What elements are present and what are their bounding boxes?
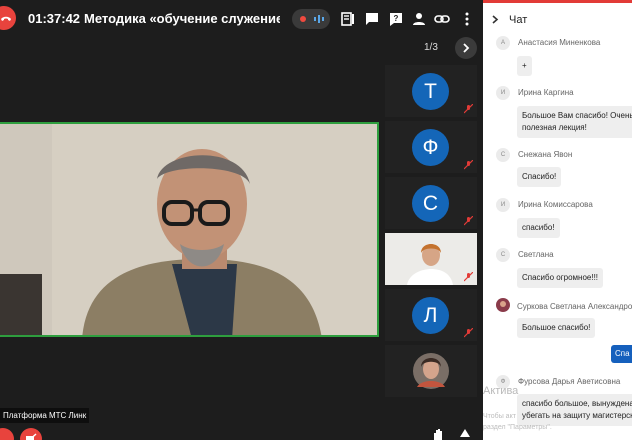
share-up-icon[interactable]: [458, 428, 472, 440]
more-options-icon[interactable]: [459, 11, 475, 27]
message-text: Спасибо!: [522, 172, 557, 181]
message-author: Ирина Каргина: [518, 88, 574, 97]
chat-icon[interactable]: [364, 11, 380, 27]
chat-title: Чат: [509, 14, 528, 26]
message-author: Снежана Явон: [518, 150, 573, 159]
meeting-timer: 01:37:42: [28, 11, 81, 26]
participant-tile[interactable]: [385, 345, 477, 397]
message-text: Большое спасибо!: [522, 323, 591, 332]
chat-header: Чат: [483, 3, 632, 34]
message-author: Суркова Светлана Александровна: [517, 302, 632, 311]
own-message-bubble: Спа: [611, 345, 632, 363]
activation-watermark-text: раздел "Параметры".: [483, 424, 552, 431]
author-avatar: И: [496, 86, 510, 100]
phone-icon: [1, 16, 11, 21]
message-text: спасибо!: [522, 223, 555, 232]
author-avatar: А: [496, 36, 510, 50]
author-avatar: [496, 298, 510, 312]
message-bubble: +: [517, 56, 532, 76]
avatar: [413, 353, 449, 389]
mic-off-icon: [464, 104, 473, 114]
meeting-title: Методика «обучение служением»: пр: [84, 11, 280, 26]
message-text: Большое Вам спасибо! Очень: [522, 111, 632, 120]
message-bubble: Большое Вам спасибо! Очень полезная лекци…: [517, 106, 632, 138]
recording-indicator[interactable]: [292, 9, 330, 29]
message-text: спасибо большое, вынуждена: [522, 399, 632, 408]
mic-off-icon: [464, 328, 473, 338]
message-author: Фурсова Дарья Аветисовна: [518, 377, 621, 386]
message-bubble: Спасибо!: [517, 167, 562, 187]
avatar: Т: [412, 73, 449, 110]
author-avatar: С: [496, 248, 510, 262]
participant-tile[interactable]: С: [385, 177, 477, 229]
camera-toggle-button[interactable]: [20, 428, 42, 440]
participant-tile[interactable]: Т: [385, 65, 477, 117]
collapse-chat-icon[interactable]: [492, 15, 499, 24]
message-bubble: Спасибо огромное!!!: [517, 268, 604, 288]
audio-wave-icon: [314, 15, 324, 23]
leave-call-button[interactable]: [0, 6, 16, 30]
camera-off-icon: [26, 433, 37, 440]
message-text: Спасибо огромное!!!: [522, 273, 599, 282]
avatar: С: [412, 185, 449, 222]
participant-tile-video[interactable]: [385, 233, 477, 285]
message-bubble: спасибо большое, вынуждена убегать на защ…: [517, 394, 632, 426]
mic-off-icon: [464, 216, 473, 226]
activation-watermark-title: Актива: [483, 385, 519, 397]
participant-tile[interactable]: Л: [385, 289, 477, 341]
mic-toggle-button[interactable]: [0, 428, 14, 440]
avatar: Ф: [412, 129, 449, 166]
message-text: +: [522, 61, 527, 70]
message-author: Светлана: [518, 250, 554, 259]
svg-text:?: ?: [394, 14, 399, 23]
message-bubble: Большое спасибо!: [517, 318, 596, 338]
top-bar: 01:37:42 Методика «обучение служением»: …: [0, 0, 483, 38]
message-text: полезная лекция!: [522, 123, 587, 132]
record-dot-icon: [300, 16, 306, 22]
main-speaker-video[interactable]: [0, 122, 379, 337]
mic-off-icon: [464, 272, 473, 282]
next-page-button[interactable]: [455, 37, 477, 59]
brand-label: Платформа МТС Линк: [0, 408, 90, 423]
avatar: Л: [412, 297, 449, 334]
participant-tile[interactable]: Ф: [385, 121, 477, 173]
author-avatar: С: [496, 148, 510, 162]
speaker-video-frame: [0, 124, 377, 335]
message-author: Анастасия Миненкова: [518, 38, 601, 47]
participants-icon[interactable]: [411, 11, 427, 27]
mic-off-icon: [464, 160, 473, 170]
message-text: убегать на защиту магистерских: [522, 411, 632, 420]
activation-watermark-text: Чтобы акт: [483, 413, 516, 420]
question-icon[interactable]: ?: [388, 11, 404, 27]
author-avatar: И: [496, 198, 510, 212]
chat-panel: Чат А Анастасия Миненкова + И Ирина Карг…: [483, 0, 632, 440]
message-bubble: спасибо!: [517, 218, 560, 238]
message-author: Ирина Комиссарова: [518, 200, 593, 209]
notes-icon[interactable]: [340, 11, 356, 27]
link-icon[interactable]: [434, 11, 450, 27]
chevron-right-icon: [463, 43, 470, 53]
raise-hand-icon[interactable]: [430, 428, 446, 440]
page-indicator: 1/3: [424, 42, 438, 53]
